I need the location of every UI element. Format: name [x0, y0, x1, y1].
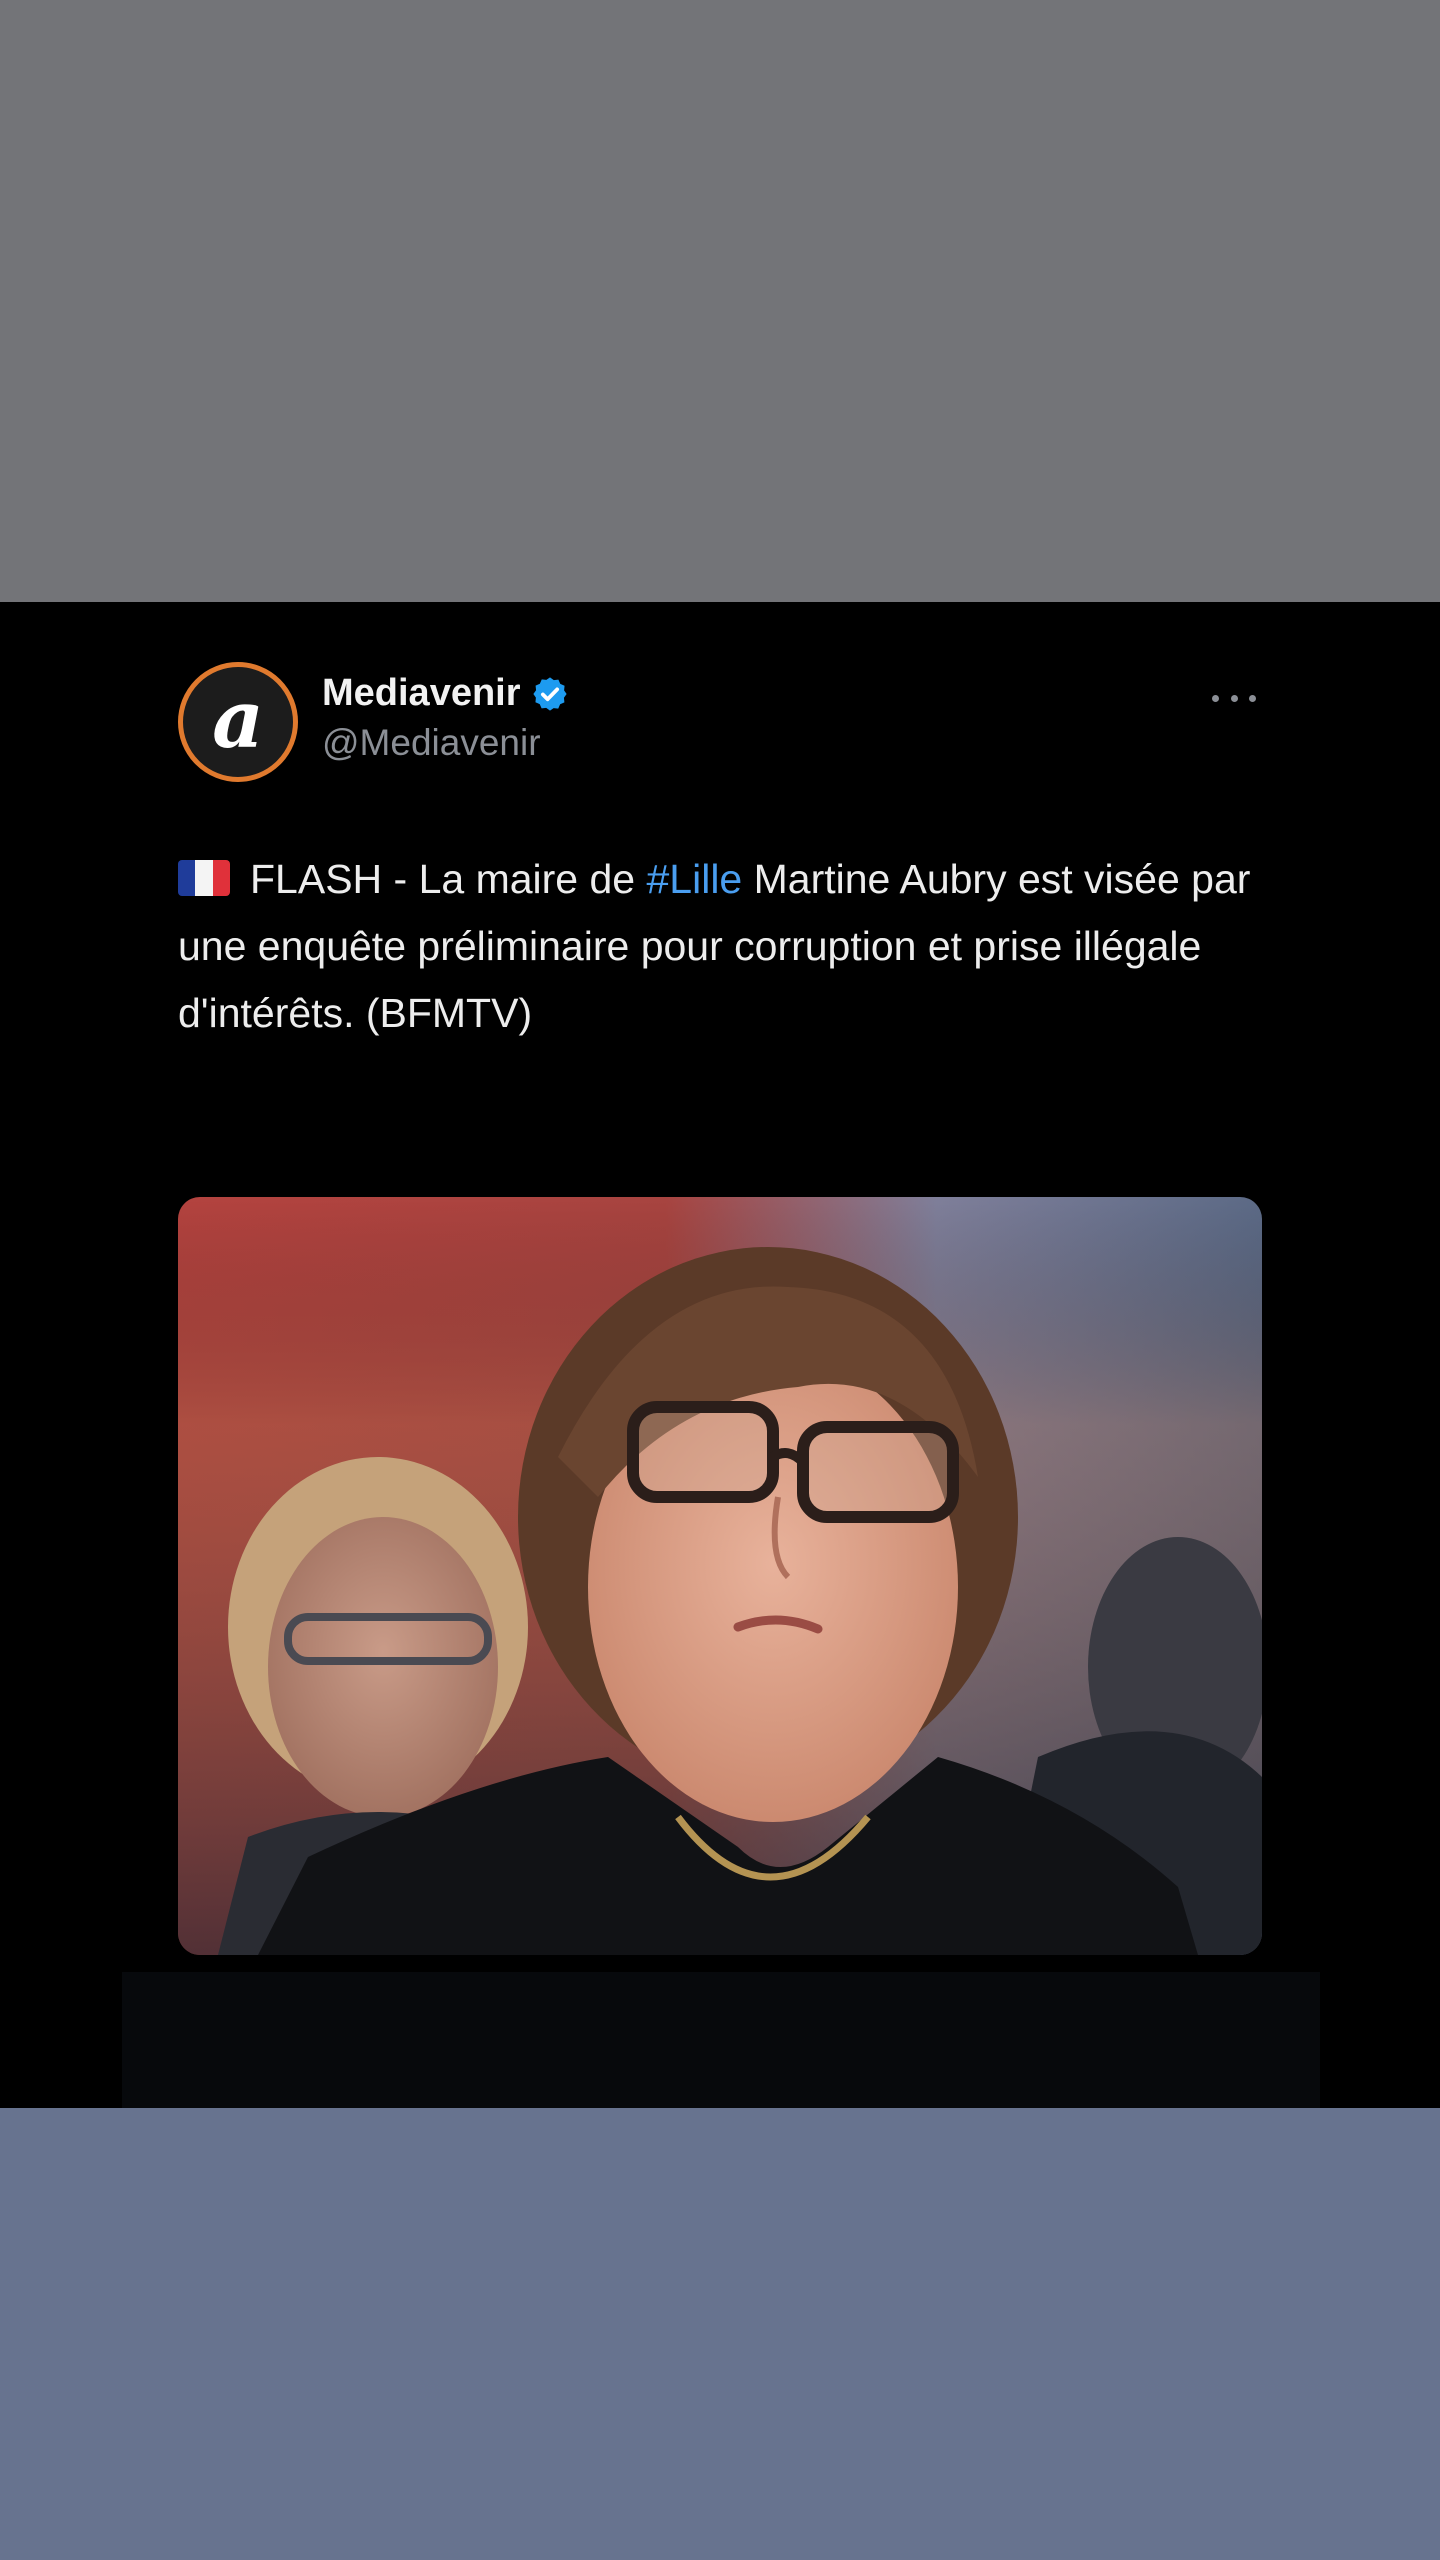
tweet-card-footer	[122, 1972, 1320, 2108]
tweet-text: FLASH - La maire de #Lille Martine Aubry…	[178, 846, 1288, 1047]
author-display-name[interactable]: Mediavenir	[322, 672, 521, 715]
profile-avatar[interactable]: a	[178, 662, 298, 782]
top-background-band	[0, 0, 1440, 602]
tweet-card: a Mediavenir @Mediavenir FLASH - La mair…	[0, 602, 1440, 2108]
avatar-logo-letter: a	[212, 672, 264, 766]
author-handle[interactable]: @Mediavenir	[322, 722, 541, 764]
tweet-text-part-1: FLASH - La maire de	[250, 856, 647, 902]
more-options-icon[interactable]	[1212, 686, 1256, 710]
news-photo-image	[178, 1197, 1262, 1955]
bottom-background-band	[0, 2108, 1440, 2560]
verified-badge-icon	[532, 676, 567, 711]
flag-france-icon	[178, 860, 230, 897]
hashtag-link[interactable]: #Lille	[647, 856, 743, 902]
author-name-row: Mediavenir	[322, 672, 569, 715]
tweet-media-photo[interactable]	[178, 1197, 1262, 1955]
